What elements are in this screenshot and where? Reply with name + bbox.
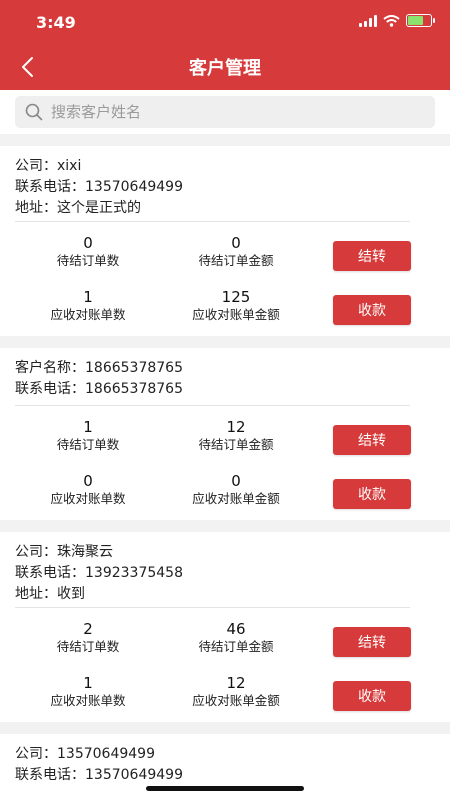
customer-list: 公司：xixi 联系电话：13570649499 地址：这个是正式的 0 待结订… xyxy=(0,134,450,800)
receivable-row: 0 应收对账单数 0 应收对账单金额 收款 xyxy=(0,472,450,516)
search-bar xyxy=(0,90,450,134)
customer-card: 公司：xixi 联系电话：13570649499 地址：这个是正式的 0 待结订… xyxy=(0,146,450,336)
company-line: 公司：13570649499 xyxy=(15,746,155,762)
address-line: 地址：收到 xyxy=(15,586,85,602)
phone-line: 联系电话：13570649499 xyxy=(15,767,183,783)
status-time: 3:49 xyxy=(36,13,76,32)
pending-amount-stat: 12 待结订单金额 xyxy=(171,418,301,454)
receivable-amount-stat: 125 应收对账单金额 xyxy=(171,288,301,324)
customer-card: 公司：珠海聚云 联系电话：13923375458 地址：收到 2 待结订单数 4… xyxy=(0,532,450,722)
search-box[interactable] xyxy=(15,96,435,128)
home-indicator xyxy=(146,786,304,791)
signal-icon xyxy=(359,14,377,27)
customer-card: 客户名称：18665378765 联系电话：18665378765 1 待结订单… xyxy=(0,348,450,520)
customer-info: 公司：13570649499 联系电话：13570649499 xyxy=(0,734,450,786)
customer-info: 客户名称：18665378765 联系电话：18665378765 xyxy=(0,348,450,400)
status-icons xyxy=(359,14,435,27)
pending-amount-label: 待结订单金额 xyxy=(198,639,274,654)
pending-row: 1 待结订单数 12 待结订单金额 结转 xyxy=(0,418,450,462)
receivable-amount-value: 0 xyxy=(231,472,241,490)
receivable-count-value: 1 xyxy=(83,674,93,692)
page-title: 客户管理 xyxy=(189,58,261,79)
transfer-button[interactable]: 结转 xyxy=(333,425,411,455)
search-input[interactable] xyxy=(51,103,411,121)
pending-orders-label: 待结订单数 xyxy=(56,253,120,268)
phone-line: 联系电话：18665378765 xyxy=(15,381,183,397)
pending-orders-label: 待结订单数 xyxy=(56,639,120,654)
collect-button[interactable]: 收款 xyxy=(333,681,411,711)
receivable-count-value: 0 xyxy=(83,472,93,490)
transfer-button[interactable]: 结转 xyxy=(333,627,411,657)
pending-orders-value: 1 xyxy=(83,418,93,436)
receivable-count-stat: 0 应收对账单数 xyxy=(23,472,153,508)
company-line: 公司：xixi xyxy=(15,158,82,174)
collect-button[interactable]: 收款 xyxy=(333,295,411,325)
pending-orders-value: 2 xyxy=(83,620,93,638)
receivable-amount-label: 应收对账单金额 xyxy=(192,693,280,708)
pending-orders-label: 待结订单数 xyxy=(56,437,120,452)
pending-amount-value: 12 xyxy=(226,418,246,436)
search-icon xyxy=(25,103,43,121)
wifi-icon xyxy=(383,14,400,27)
divider xyxy=(15,221,410,222)
battery-icon xyxy=(406,14,435,27)
pending-amount-value: 46 xyxy=(226,620,246,638)
receivable-amount-value: 125 xyxy=(221,288,251,306)
divider xyxy=(15,607,410,608)
pending-amount-label: 待结订单金额 xyxy=(198,437,274,452)
receivable-amount-stat: 12 应收对账单金额 xyxy=(171,674,301,710)
receivable-count-stat: 1 应收对账单数 xyxy=(23,674,153,710)
phone-line: 联系电话：13570649499 xyxy=(15,179,183,195)
customer-info: 公司：珠海聚云 联系电话：13923375458 地址：收到 xyxy=(0,532,450,605)
pending-amount-stat: 0 待结订单金额 xyxy=(171,234,301,270)
pending-row: 0 待结订单数 0 待结订单金额 结转 xyxy=(0,234,450,278)
pending-row: 2 待结订单数 46 待结订单金额 结转 xyxy=(0,620,450,664)
pending-orders-value: 0 xyxy=(83,234,93,252)
receivable-count-stat: 1 应收对账单数 xyxy=(23,288,153,324)
phone-line: 联系电话：13923375458 xyxy=(15,565,183,581)
company-line: 公司：珠海聚云 xyxy=(15,544,113,560)
collect-button[interactable]: 收款 xyxy=(333,479,411,509)
receivable-count-value: 1 xyxy=(83,288,93,306)
app-header: 3:49 客户管理 xyxy=(0,0,450,90)
receivable-amount-label: 应收对账单金额 xyxy=(192,491,280,506)
pending-orders-stat: 2 待结订单数 xyxy=(23,620,153,656)
receivable-amount-value: 12 xyxy=(226,674,246,692)
transfer-button[interactable]: 结转 xyxy=(333,241,411,271)
receivable-row: 1 应收对账单数 12 应收对账单金额 收款 xyxy=(0,674,450,718)
pending-orders-stat: 1 待结订单数 xyxy=(23,418,153,454)
status-bar: 3:49 xyxy=(0,0,450,44)
address-line: 地址：这个是正式的 xyxy=(15,200,141,216)
pending-amount-stat: 46 待结订单金额 xyxy=(171,620,301,656)
receivable-row: 1 应收对账单数 125 应收对账单金额 收款 xyxy=(0,288,450,332)
divider xyxy=(15,405,410,406)
receivable-count-label: 应收对账单数 xyxy=(50,693,126,708)
receivable-amount-label: 应收对账单金额 xyxy=(192,307,280,322)
receivable-count-label: 应收对账单数 xyxy=(50,307,126,322)
customer-name-line: 客户名称：18665378765 xyxy=(15,360,183,376)
customer-info: 公司：xixi 联系电话：13570649499 地址：这个是正式的 xyxy=(0,146,450,219)
pending-amount-value: 0 xyxy=(231,234,241,252)
receivable-amount-stat: 0 应收对账单金额 xyxy=(171,472,301,508)
nav-bar: 客户管理 xyxy=(0,44,450,90)
receivable-count-label: 应收对账单数 xyxy=(50,491,126,506)
pending-orders-stat: 0 待结订单数 xyxy=(23,234,153,270)
pending-amount-label: 待结订单金额 xyxy=(198,253,274,268)
